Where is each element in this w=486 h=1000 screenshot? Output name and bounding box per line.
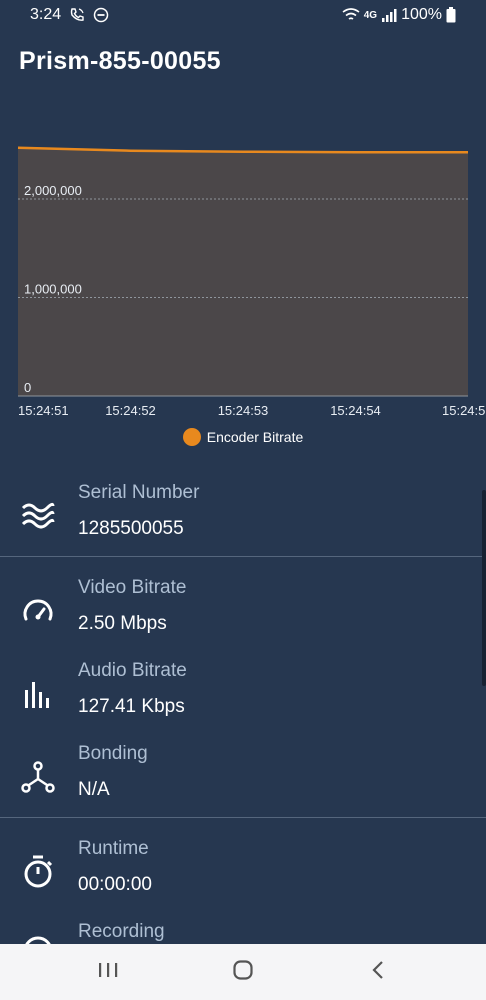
bitrate-chart: 0 1,000,000 2,000,000 15:24:51 15:24:52 15:24… bbox=[0, 90, 486, 460]
wifi-calling-icon bbox=[69, 7, 85, 23]
chart-legend: Encoder Bitrate bbox=[0, 428, 486, 446]
info-row-bonding: Bonding N/A bbox=[0, 743, 486, 813]
runtime-label: Runtime bbox=[78, 838, 149, 859]
back-icon bbox=[370, 960, 386, 985]
x-tick-label: 15:24:51 bbox=[18, 403, 69, 418]
video-bitrate-label: Video Bitrate bbox=[78, 577, 187, 598]
divider bbox=[0, 556, 486, 557]
legend-label: Encoder Bitrate bbox=[206, 429, 304, 445]
waves-icon bbox=[20, 498, 56, 534]
signal-icon bbox=[381, 8, 397, 22]
legend-marker bbox=[182, 428, 201, 446]
runtime-value: 00:00:00 bbox=[78, 874, 152, 895]
scrollbar[interactable] bbox=[482, 490, 486, 686]
y-tick-label: 1,000,000 bbox=[24, 281, 82, 296]
home-button[interactable] bbox=[213, 952, 273, 992]
y-tick-label: 0 bbox=[24, 380, 31, 395]
serial-number-value: 1285500055 bbox=[78, 518, 184, 539]
bitrate-chart-svg: 0 1,000,000 2,000,000 15:24:51 15:24:52 15:24… bbox=[17, 146, 485, 418]
x-tick-label: 15:24:5 bbox=[442, 403, 485, 418]
recent-apps-icon bbox=[97, 961, 119, 984]
status-bar: 3:24 4G 100% bbox=[0, 0, 486, 30]
video-bitrate-value: 2.50 Mbps bbox=[78, 613, 167, 634]
divider bbox=[0, 817, 486, 818]
info-row-audio-bitrate: Audio Bitrate 127.41 Kbps bbox=[0, 660, 486, 730]
audio-bitrate-label: Audio Bitrate bbox=[78, 660, 187, 681]
home-icon bbox=[232, 959, 254, 986]
recording-icon bbox=[20, 933, 56, 944]
info-row-runtime: Runtime 00:00:00 bbox=[0, 838, 486, 908]
chart-area-fill bbox=[18, 147, 468, 396]
info-row-recording: Recording bbox=[0, 921, 486, 944]
status-time: 3:24 bbox=[30, 6, 62, 23]
recent-apps-button[interactable] bbox=[78, 952, 138, 992]
navigation-bar bbox=[0, 944, 486, 1000]
x-tick-label: 15:24:53 bbox=[218, 403, 269, 418]
page-title: Prism-855-00055 bbox=[19, 47, 221, 75]
x-tick-label: 15:24:52 bbox=[105, 403, 156, 418]
info-row-video-bitrate: Video Bitrate 2.50 Mbps bbox=[0, 577, 486, 647]
back-button[interactable] bbox=[348, 952, 408, 992]
audio-bars-icon bbox=[20, 676, 56, 712]
network-type: 4G bbox=[363, 9, 378, 21]
battery-icon bbox=[446, 7, 456, 23]
audio-bitrate-value: 127.41 Kbps bbox=[78, 696, 185, 717]
wifi-icon bbox=[342, 7, 360, 23]
serial-number-label: Serial Number bbox=[78, 482, 200, 503]
y-tick-label: 2,000,000 bbox=[24, 183, 82, 198]
bonding-network-icon bbox=[20, 759, 56, 795]
stopwatch-icon bbox=[20, 854, 56, 890]
info-row-serial-number: Serial Number 1285500055 bbox=[0, 482, 486, 552]
recording-label: Recording bbox=[78, 921, 165, 942]
do-not-disturb-icon bbox=[93, 7, 109, 23]
battery-percent: 100% bbox=[401, 6, 442, 23]
speedometer-icon bbox=[20, 593, 56, 629]
bonding-label: Bonding bbox=[78, 743, 148, 764]
bonding-value: N/A bbox=[78, 779, 110, 800]
x-tick-label: 15:24:54 bbox=[330, 403, 381, 418]
